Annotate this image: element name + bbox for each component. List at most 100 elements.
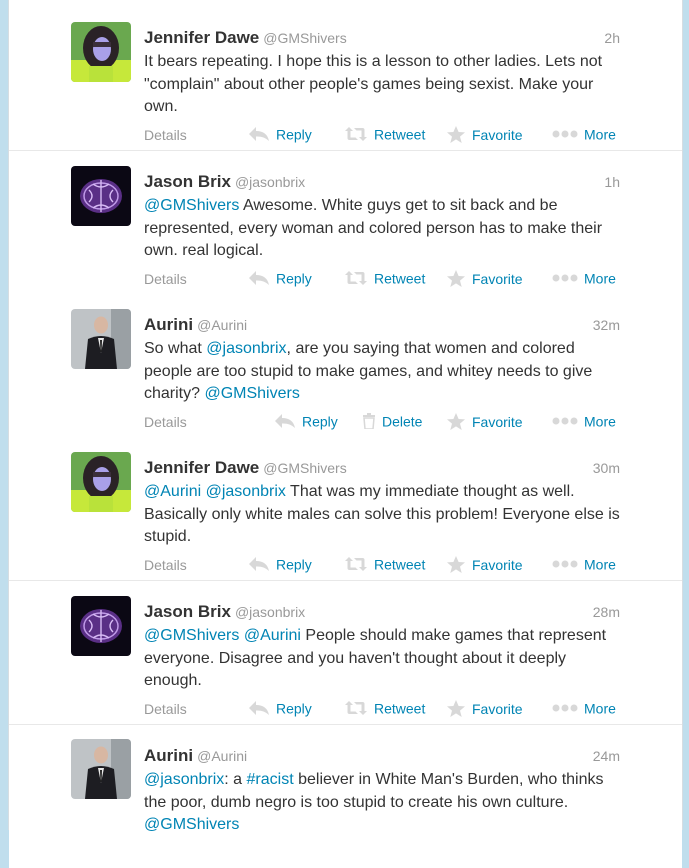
mention-link[interactable]: @jasonbrix <box>206 340 286 357</box>
more-button[interactable]: More <box>552 269 616 286</box>
user-handle[interactable]: @jasonbrix <box>235 604 305 620</box>
timestamp[interactable]: 2h <box>604 30 620 46</box>
user-handle[interactable]: @GMShivers <box>263 30 346 46</box>
man-in-suit-avatar-icon <box>71 309 131 369</box>
tweet-item[interactable]: Aurini @Aurini 24m @jasonbrix: a #racist … <box>9 725 682 868</box>
reply-icon <box>248 700 270 716</box>
retweet-icon <box>344 700 368 716</box>
more-label: More <box>584 126 616 143</box>
favorite-button[interactable]: Favorite <box>446 699 523 719</box>
timestamp[interactable]: 24m <box>593 748 620 764</box>
mention-link[interactable]: @GMShivers <box>144 816 239 833</box>
retweet-icon <box>344 126 368 142</box>
timestamp[interactable]: 30m <box>593 460 620 476</box>
delete-label: Delete <box>382 413 423 430</box>
details-link[interactable]: Details <box>144 127 187 143</box>
avatar[interactable] <box>71 739 131 799</box>
user-name[interactable]: Aurini <box>144 315 193 334</box>
user-handle[interactable]: @Aurini <box>197 317 247 333</box>
man-in-suit-avatar-icon <box>71 739 131 799</box>
more-dots-icon <box>552 129 578 139</box>
user-name[interactable]: Jennifer Dawe <box>144 458 259 477</box>
avatar[interactable] <box>71 166 131 226</box>
tweet-text: @GMShivers @Aurini People should make ga… <box>144 625 624 693</box>
star-icon <box>446 699 466 719</box>
user-name[interactable]: Jennifer Dawe <box>144 28 259 47</box>
user-name[interactable]: Aurini <box>144 746 193 765</box>
mention-link[interactable]: @GMShivers <box>144 627 239 644</box>
reply-button[interactable]: Reply <box>248 269 312 286</box>
retweet-button[interactable]: Retweet <box>344 555 425 572</box>
tweet-item[interactable]: Jason Brix @jasonbrix 1h @GMShivers Aweso… <box>9 151 682 295</box>
more-button[interactable]: More <box>552 699 616 716</box>
hashtag-link[interactable]: #racist <box>247 771 294 788</box>
tweet-item[interactable]: Aurini @Aurini 32m So what @jasonbrix, ar… <box>9 294 682 438</box>
reply-icon <box>248 556 270 572</box>
tweet-item[interactable]: Jennifer Dawe @GMShivers 2h It bears repe… <box>9 7 682 151</box>
timestamp[interactable]: 32m <box>593 317 620 333</box>
reply-icon <box>248 126 270 142</box>
favorite-button[interactable]: Favorite <box>446 555 523 575</box>
tweet-header: Jason Brix @jasonbrix <box>144 602 305 622</box>
brain-avatar-icon <box>71 166 131 226</box>
favorite-button[interactable]: Favorite <box>446 412 523 432</box>
more-button[interactable]: More <box>552 555 616 572</box>
reply-label: Reply <box>276 270 312 287</box>
more-button[interactable]: More <box>552 125 616 142</box>
reply-button[interactable]: Reply <box>274 412 338 429</box>
more-label: More <box>584 270 616 287</box>
user-handle[interactable]: @Aurini <box>197 748 247 764</box>
timestamp[interactable]: 28m <box>593 604 620 620</box>
mention-link[interactable]: @jasonbrix <box>144 771 224 788</box>
user-handle[interactable]: @jasonbrix <box>235 174 305 190</box>
retweet-button[interactable]: Retweet <box>344 699 425 716</box>
more-button[interactable]: More <box>552 412 616 429</box>
text-segment: : a <box>224 771 247 788</box>
star-icon <box>446 125 466 145</box>
retweet-label: Retweet <box>374 270 426 287</box>
more-dots-icon <box>552 416 578 426</box>
user-handle[interactable]: @GMShivers <box>263 460 346 476</box>
reply-button[interactable]: Reply <box>248 699 312 716</box>
user-name[interactable]: Jason Brix <box>144 602 231 621</box>
delete-button[interactable]: Delete <box>362 412 423 430</box>
favorite-label: Favorite <box>472 701 523 717</box>
timestamp[interactable]: 1h <box>604 174 620 190</box>
tweet-header: Jennifer Dawe @GMShivers <box>144 458 347 478</box>
retweet-label: Retweet <box>374 556 426 573</box>
tweet-item[interactable]: Jennifer Dawe @GMShivers 30m @Aurini @jas… <box>9 437 682 581</box>
reply-button[interactable]: Reply <box>248 555 312 572</box>
reply-button[interactable]: Reply <box>248 125 312 142</box>
details-link[interactable]: Details <box>144 271 187 287</box>
tweet-text: @jasonbrix: a #racist believer in White … <box>144 769 624 837</box>
mention-link[interactable]: @Aurini <box>144 483 201 500</box>
retweet-button[interactable]: Retweet <box>344 125 425 142</box>
mention-link[interactable]: @jasonbrix <box>206 483 286 500</box>
avatar[interactable] <box>71 596 131 656</box>
tweet-header: Aurini @Aurini <box>144 746 247 766</box>
avatar[interactable] <box>71 309 131 369</box>
mention-link[interactable]: @GMShivers <box>144 197 239 214</box>
tweet-text: It bears repeating. I hope this is a les… <box>144 51 624 119</box>
star-icon <box>446 555 466 575</box>
more-dots-icon <box>552 559 578 569</box>
reply-label: Reply <box>276 700 312 717</box>
details-link[interactable]: Details <box>144 701 187 717</box>
tweet-item[interactable]: Jason Brix @jasonbrix 28m @GMShivers @Aur… <box>9 581 682 725</box>
avatar[interactable] <box>71 22 131 82</box>
details-link[interactable]: Details <box>144 414 187 430</box>
details-link[interactable]: Details <box>144 557 187 573</box>
favorite-button[interactable]: Favorite <box>446 125 523 145</box>
favorite-label: Favorite <box>472 557 523 573</box>
favorite-button[interactable]: Favorite <box>446 269 523 289</box>
tweet-text: So what @jasonbrix, are you saying that … <box>144 338 624 406</box>
mention-link[interactable]: @GMShivers <box>204 385 299 402</box>
retweet-label: Retweet <box>374 126 426 143</box>
reply-label: Reply <box>276 126 312 143</box>
retweet-button[interactable]: Retweet <box>344 269 425 286</box>
mention-link[interactable]: @Aurini <box>244 627 301 644</box>
user-name[interactable]: Jason Brix <box>144 172 231 191</box>
more-label: More <box>584 700 616 717</box>
reply-label: Reply <box>276 556 312 573</box>
avatar[interactable] <box>71 452 131 512</box>
